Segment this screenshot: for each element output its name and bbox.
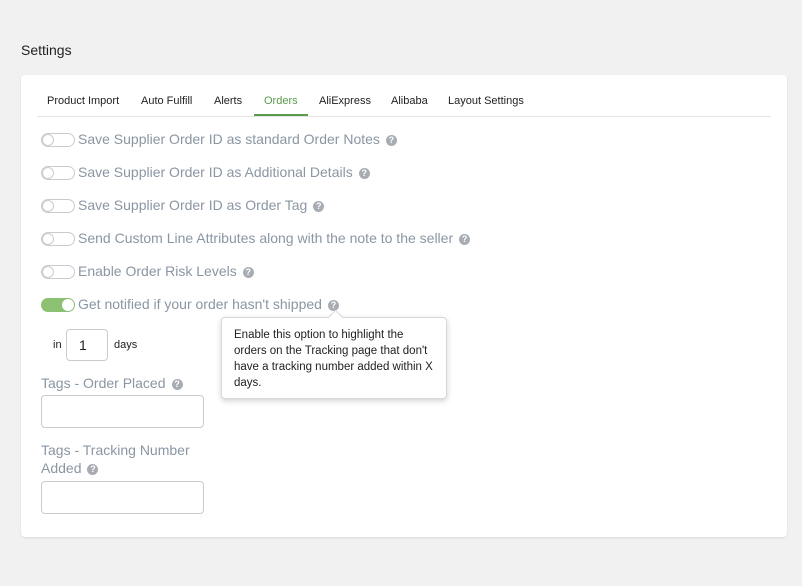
custom-line-attributes-label: Send Custom Line Attributes along with t… bbox=[78, 230, 454, 246]
not-shipped-toggle[interactable] bbox=[41, 298, 75, 312]
custom-line-attributes-toggle[interactable] bbox=[41, 232, 75, 246]
toggle-knob bbox=[42, 233, 54, 245]
tab-orders[interactable]: Orders bbox=[254, 75, 308, 116]
risk-levels-label: Enable Order Risk Levels bbox=[78, 263, 237, 279]
risk-levels-toggle[interactable] bbox=[41, 265, 75, 279]
not-shipped-label: Get notified if your order hasn't shippe… bbox=[78, 296, 322, 312]
page-title: Settings bbox=[21, 42, 72, 58]
additional-details-label: Save Supplier Order ID as Additional Det… bbox=[78, 164, 353, 180]
tab-alerts[interactable]: Alerts bbox=[214, 75, 242, 115]
order-placed-tags-input[interactable] bbox=[41, 395, 204, 428]
tab-alibaba[interactable]: Alibaba bbox=[391, 75, 428, 115]
help-icon[interactable]: ? bbox=[313, 201, 325, 212]
order-notes-toggle[interactable] bbox=[41, 133, 75, 147]
help-icon[interactable]: ? bbox=[242, 267, 254, 278]
toggle-knob bbox=[42, 167, 54, 179]
order-tag-label: Save Supplier Order ID as Order Tag bbox=[78, 197, 308, 213]
help-icon[interactable]: ? bbox=[327, 300, 339, 311]
order-notes-label: Save Supplier Order ID as standard Order… bbox=[78, 131, 380, 147]
tab-product-import[interactable]: Product Import bbox=[47, 75, 119, 115]
help-icon[interactable]: ? bbox=[459, 234, 471, 245]
toggle-knob bbox=[42, 134, 54, 146]
help-icon[interactable]: ? bbox=[358, 168, 370, 179]
help-tooltip: Enable this option to highlight the orde… bbox=[221, 309, 447, 399]
tracking-added-tags-label-line1: Tags - Tracking Number bbox=[41, 442, 190, 458]
tab-auto-fulfill[interactable]: Auto Fulfill bbox=[141, 75, 192, 115]
tab-layout-settings[interactable]: Layout Settings bbox=[448, 75, 524, 115]
help-icon[interactable]: ? bbox=[171, 379, 183, 390]
order-tag-toggle[interactable] bbox=[41, 199, 75, 213]
order-placed-tags-label: Tags - Order Placed bbox=[41, 375, 166, 391]
settings-tabs: Product Import Auto Fulfill Alerts Order… bbox=[37, 75, 771, 117]
tooltip-text: Enable this option to highlight the orde… bbox=[234, 329, 433, 389]
tracking-added-tags-label-line2: Added bbox=[41, 460, 82, 476]
toggle-knob bbox=[42, 200, 54, 212]
days-suffix: days bbox=[114, 339, 138, 351]
toggle-knob bbox=[62, 299, 74, 311]
days-prefix: in bbox=[53, 339, 62, 351]
tracking-added-tags-input[interactable] bbox=[41, 481, 204, 514]
help-icon[interactable]: ? bbox=[87, 464, 99, 475]
tab-aliexpress[interactable]: AliExpress bbox=[319, 75, 371, 115]
help-icon[interactable]: ? bbox=[385, 135, 397, 146]
additional-details-toggle[interactable] bbox=[41, 166, 75, 180]
settings-card: Product Import Auto Fulfill Alerts Order… bbox=[21, 75, 787, 537]
toggle-knob bbox=[42, 266, 54, 278]
days-input[interactable] bbox=[66, 329, 108, 361]
